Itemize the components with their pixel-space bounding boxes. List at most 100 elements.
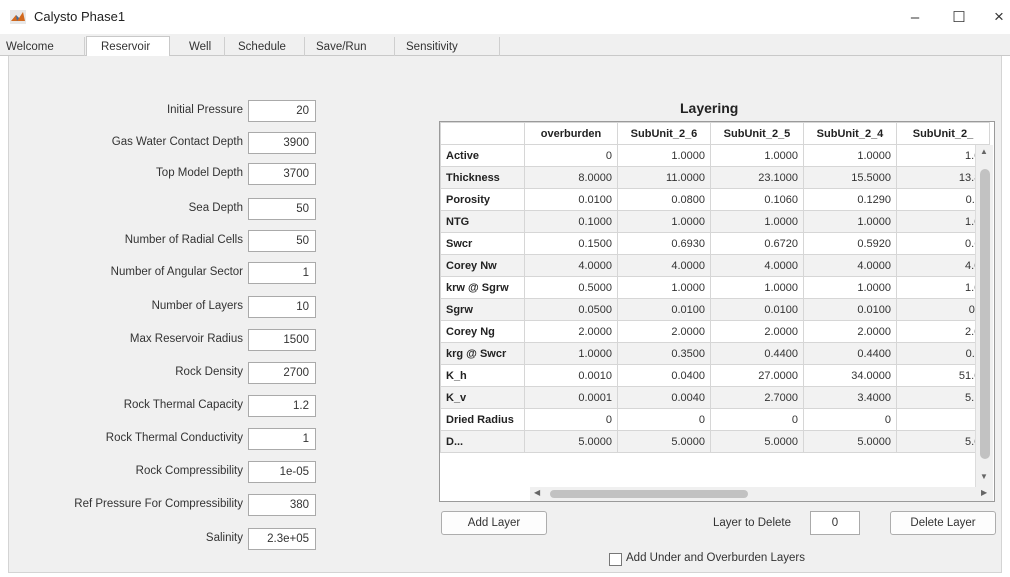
table-cell[interactable]: 1.0000 — [803, 276, 897, 299]
table-cell[interactable]: 1.0000 — [710, 276, 804, 299]
table-cell[interactable]: 0.0100 — [710, 298, 804, 321]
table-cell[interactable]: 4.0000 — [524, 254, 618, 277]
table-cell[interactable]: 0.1060 — [710, 188, 804, 211]
add-layer-button[interactable]: Add Layer — [441, 511, 547, 535]
table-cell[interactable]: 0.5920 — [803, 232, 897, 255]
column-header[interactable]: SubUnit_2_5 — [710, 122, 804, 145]
vertical-scroll-thumb[interactable] — [980, 169, 990, 459]
param-input[interactable]: 2700 — [248, 362, 316, 384]
table-cell[interactable]: 0.1500 — [524, 232, 618, 255]
table-cell[interactable]: 15.5000 — [803, 166, 897, 189]
matlab-app-icon — [10, 10, 26, 24]
maximize-button[interactable]: ☐ — [939, 4, 979, 30]
table-cell[interactable]: 2.0000 — [803, 320, 897, 343]
table-cell[interactable]: 0.0040 — [617, 386, 711, 409]
table-cell[interactable]: 3.4000 — [803, 386, 897, 409]
tab-schedule[interactable]: Schedule — [226, 37, 305, 56]
table-cell[interactable]: 4.0000 — [710, 254, 804, 277]
table-cell[interactable]: 0.1000 — [524, 210, 618, 233]
param-input[interactable]: 1 — [248, 428, 316, 450]
table-cell[interactable]: 0.0010 — [524, 364, 618, 387]
param-label: Rock Compressibility — [135, 465, 243, 477]
column-header[interactable]: overburden — [524, 122, 618, 145]
table-cell[interactable]: 2.7000 — [710, 386, 804, 409]
tab-reservoir[interactable]: Reservoir — [86, 36, 170, 57]
param-input[interactable]: 380 — [248, 494, 316, 516]
table-cell[interactable]: 5.0000 — [524, 430, 618, 453]
table-cell[interactable]: 0 — [524, 408, 618, 431]
table-cell[interactable]: 8.0000 — [524, 166, 618, 189]
table-cell[interactable]: 0.4400 — [710, 342, 804, 365]
param-input[interactable]: 50 — [248, 198, 316, 220]
table-cell[interactable]: 1.0000 — [803, 210, 897, 233]
table-cell[interactable]: 0.0100 — [803, 298, 897, 321]
tab-sensitivity[interactable]: Sensitivity — [396, 37, 500, 56]
table-cell[interactable]: 1.0000 — [617, 144, 711, 167]
table-cell[interactable]: 0.0500 — [524, 298, 618, 321]
table-cell[interactable]: 5.0000 — [710, 430, 804, 453]
scroll-up-arrow-icon[interactable]: ▲ — [980, 147, 988, 156]
table-cell[interactable]: 0.0800 — [617, 188, 711, 211]
tab-welcome[interactable]: Welcome — [0, 37, 85, 56]
table-cell[interactable]: 0.0100 — [617, 298, 711, 321]
scroll-right-arrow-icon[interactable]: ▶ — [981, 488, 987, 497]
tab-save-run[interactable]: Save/Run — [306, 37, 395, 56]
table-cell[interactable]: 0.0100 — [524, 188, 618, 211]
table-cell[interactable]: 2.0000 — [617, 320, 711, 343]
table-cell[interactable]: 0.5000 — [524, 276, 618, 299]
vertical-scrollbar[interactable]: ▲ ▼ — [975, 145, 993, 487]
under-overburden-checkbox[interactable] — [609, 553, 622, 566]
table-cell[interactable]: 0 — [524, 144, 618, 167]
param-input[interactable]: 1e-05 — [248, 461, 316, 483]
table-cell[interactable]: 5.0000 — [617, 430, 711, 453]
table-cell[interactable]: 5.0000 — [803, 430, 897, 453]
table-cell[interactable]: 34.0000 — [803, 364, 897, 387]
param-label: Salinity — [205, 532, 243, 544]
table-cell[interactable]: 0.0001 — [524, 386, 618, 409]
layer-to-delete-input[interactable]: 0 — [810, 511, 860, 535]
param-input[interactable]: 1.2 — [248, 395, 316, 417]
horizontal-scroll-thumb[interactable] — [550, 490, 748, 498]
tab-strip: Welcome Reservoir Well Schedule Save/Run… — [0, 34, 1010, 57]
table-cell[interactable]: 0 — [710, 408, 804, 431]
table-cell[interactable]: 0.1290 — [803, 188, 897, 211]
param-input[interactable]: 3900 — [248, 132, 316, 154]
param-input[interactable]: 1500 — [248, 329, 316, 351]
param-input[interactable]: 1 — [248, 262, 316, 284]
param-input[interactable]: 3700 — [248, 163, 316, 185]
table-cell[interactable]: 0.0400 — [617, 364, 711, 387]
param-input[interactable]: 50 — [248, 230, 316, 252]
param-input[interactable]: 10 — [248, 296, 316, 318]
table-cell[interactable]: 4.0000 — [803, 254, 897, 277]
table-cell[interactable]: 23.1000 — [710, 166, 804, 189]
delete-layer-button[interactable]: Delete Layer — [890, 511, 996, 535]
scroll-down-arrow-icon[interactable]: ▼ — [980, 472, 988, 481]
table-cell[interactable]: 0 — [803, 408, 897, 431]
tab-well[interactable]: Well — [171, 37, 225, 56]
table-cell[interactable]: 1.0000 — [710, 144, 804, 167]
column-header[interactable]: SubUnit_2_6 — [617, 122, 711, 145]
horizontal-scrollbar[interactable]: ◀ ▶ — [530, 487, 993, 501]
table-cell[interactable]: 2.0000 — [524, 320, 618, 343]
table-cell[interactable]: 0 — [617, 408, 711, 431]
table-cell[interactable]: 11.0000 — [617, 166, 711, 189]
param-input[interactable]: 20 — [248, 100, 316, 122]
table-cell[interactable]: 0.6720 — [710, 232, 804, 255]
table-cell[interactable]: 1.0000 — [617, 276, 711, 299]
table-cell[interactable]: 1.0000 — [617, 210, 711, 233]
table-cell[interactable]: 1.0000 — [524, 342, 618, 365]
table-cell[interactable]: 2.0000 — [710, 320, 804, 343]
table-cell[interactable]: 1.0000 — [710, 210, 804, 233]
table-cell[interactable]: 1.0000 — [803, 144, 897, 167]
column-header[interactable]: SubUnit_2_4 — [803, 122, 897, 145]
column-header[interactable]: SubUnit_2_ — [896, 122, 990, 145]
table-cell[interactable]: 0.3500 — [617, 342, 711, 365]
param-input[interactable]: 2.3e+05 — [248, 528, 316, 550]
minimize-button[interactable]: – — [895, 4, 935, 30]
close-button[interactable]: × — [979, 4, 1010, 30]
table-cell[interactable]: 0.4400 — [803, 342, 897, 365]
table-cell[interactable]: 4.0000 — [617, 254, 711, 277]
table-cell[interactable]: 27.0000 — [710, 364, 804, 387]
table-cell[interactable]: 0.6930 — [617, 232, 711, 255]
scroll-left-arrow-icon[interactable]: ◀ — [534, 488, 540, 497]
